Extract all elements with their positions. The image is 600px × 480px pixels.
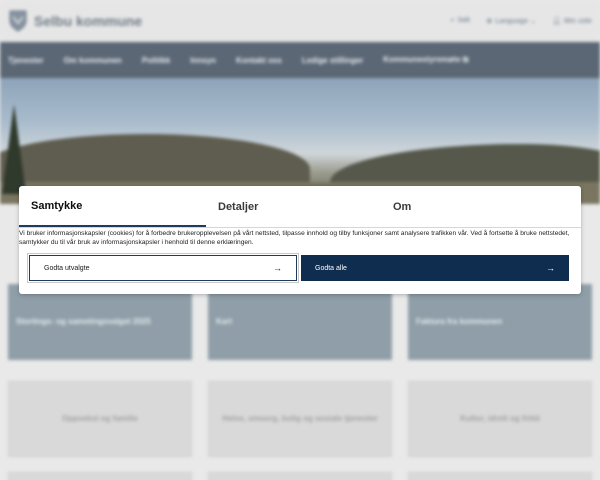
language-selector[interactable]: ⊕ Language ⌄ bbox=[486, 17, 536, 25]
my-page-link[interactable]: 👤︎ Min side bbox=[552, 17, 592, 25]
tile-kultur[interactable]: Kultur, idrett og fritid bbox=[408, 381, 592, 457]
site-header: Selbu kommune ⌕ Søk ⊕ Language ⌄ 👤︎ Min sid… bbox=[0, 0, 600, 42]
nav-item-om-kommunen[interactable]: Om kommunen bbox=[54, 56, 132, 65]
nav-item-tjenester[interactable]: Tjenester bbox=[8, 56, 54, 65]
chevron-down-icon: ⌄ bbox=[530, 18, 537, 25]
tile-valg-2025[interactable]: Stortings- og sametingsvalget 2025 bbox=[8, 284, 192, 360]
cookie-tabs: Samtykke Detaljer Om bbox=[19, 186, 581, 228]
cookie-buttons: Godta utvalgte → Godta alle → bbox=[27, 253, 571, 283]
main-nav: Tjenester Om kommunen Politikk Innsyn Ko… bbox=[0, 42, 600, 78]
cookie-description: Vi bruker informasjonskapsler (cookies) … bbox=[19, 230, 570, 246]
cookie-consent-dialog: Samtykke Detaljer Om Vi bruker informasj… bbox=[19, 186, 581, 294]
nav-item-politikk[interactable]: Politikk bbox=[132, 56, 180, 65]
coat-of-arms-icon bbox=[9, 10, 27, 32]
tile-kart[interactable]: Kart bbox=[208, 284, 392, 360]
logo-text: Selbu kommune bbox=[34, 13, 143, 29]
nav-item-kommunestyremote[interactable]: Kommunestyremøte ⧉ bbox=[373, 55, 478, 65]
tab-om[interactable]: Om bbox=[393, 186, 580, 227]
user-icon: 👤︎ bbox=[552, 18, 561, 25]
tile-faktura[interactable]: Fakturа fra kommunen bbox=[408, 284, 592, 360]
nav-item-ledige-stillinger[interactable]: Ledige stillinger bbox=[292, 56, 373, 65]
accept-selected-button[interactable]: Godta utvalgte → bbox=[27, 253, 299, 283]
arrow-right-icon: → bbox=[273, 263, 282, 273]
tile-row3-1[interactable] bbox=[8, 472, 192, 480]
tab-detaljer[interactable]: Detaljer bbox=[206, 186, 393, 227]
globe-icon: ⊕ bbox=[486, 18, 493, 25]
search-link[interactable]: ⌕ Søk bbox=[451, 17, 471, 25]
nav-item-kontakt-oss[interactable]: Kontakt oss bbox=[226, 56, 292, 65]
tile-row3-2[interactable] bbox=[208, 472, 392, 480]
accept-all-button[interactable]: Godta alle → bbox=[301, 255, 569, 281]
tile-row3-3[interactable] bbox=[408, 472, 592, 480]
tab-samtykke[interactable]: Samtykke bbox=[19, 186, 206, 227]
accept-selected-label: Godta utvalgte bbox=[44, 264, 90, 272]
accept-all-label: Godta alle bbox=[315, 264, 347, 272]
arrow-right-icon: → bbox=[546, 263, 555, 273]
search-icon: ⌕ bbox=[450, 17, 455, 24]
tile-oppvekst[interactable]: Oppvekst og familie bbox=[8, 381, 192, 457]
nav-item-innsyn[interactable]: Innsyn bbox=[180, 56, 226, 65]
site-logo[interactable]: Selbu kommune bbox=[8, 9, 142, 33]
tile-helse[interactable]: Helse, omsorg, bolig og sosiale tjeneste… bbox=[208, 381, 392, 457]
